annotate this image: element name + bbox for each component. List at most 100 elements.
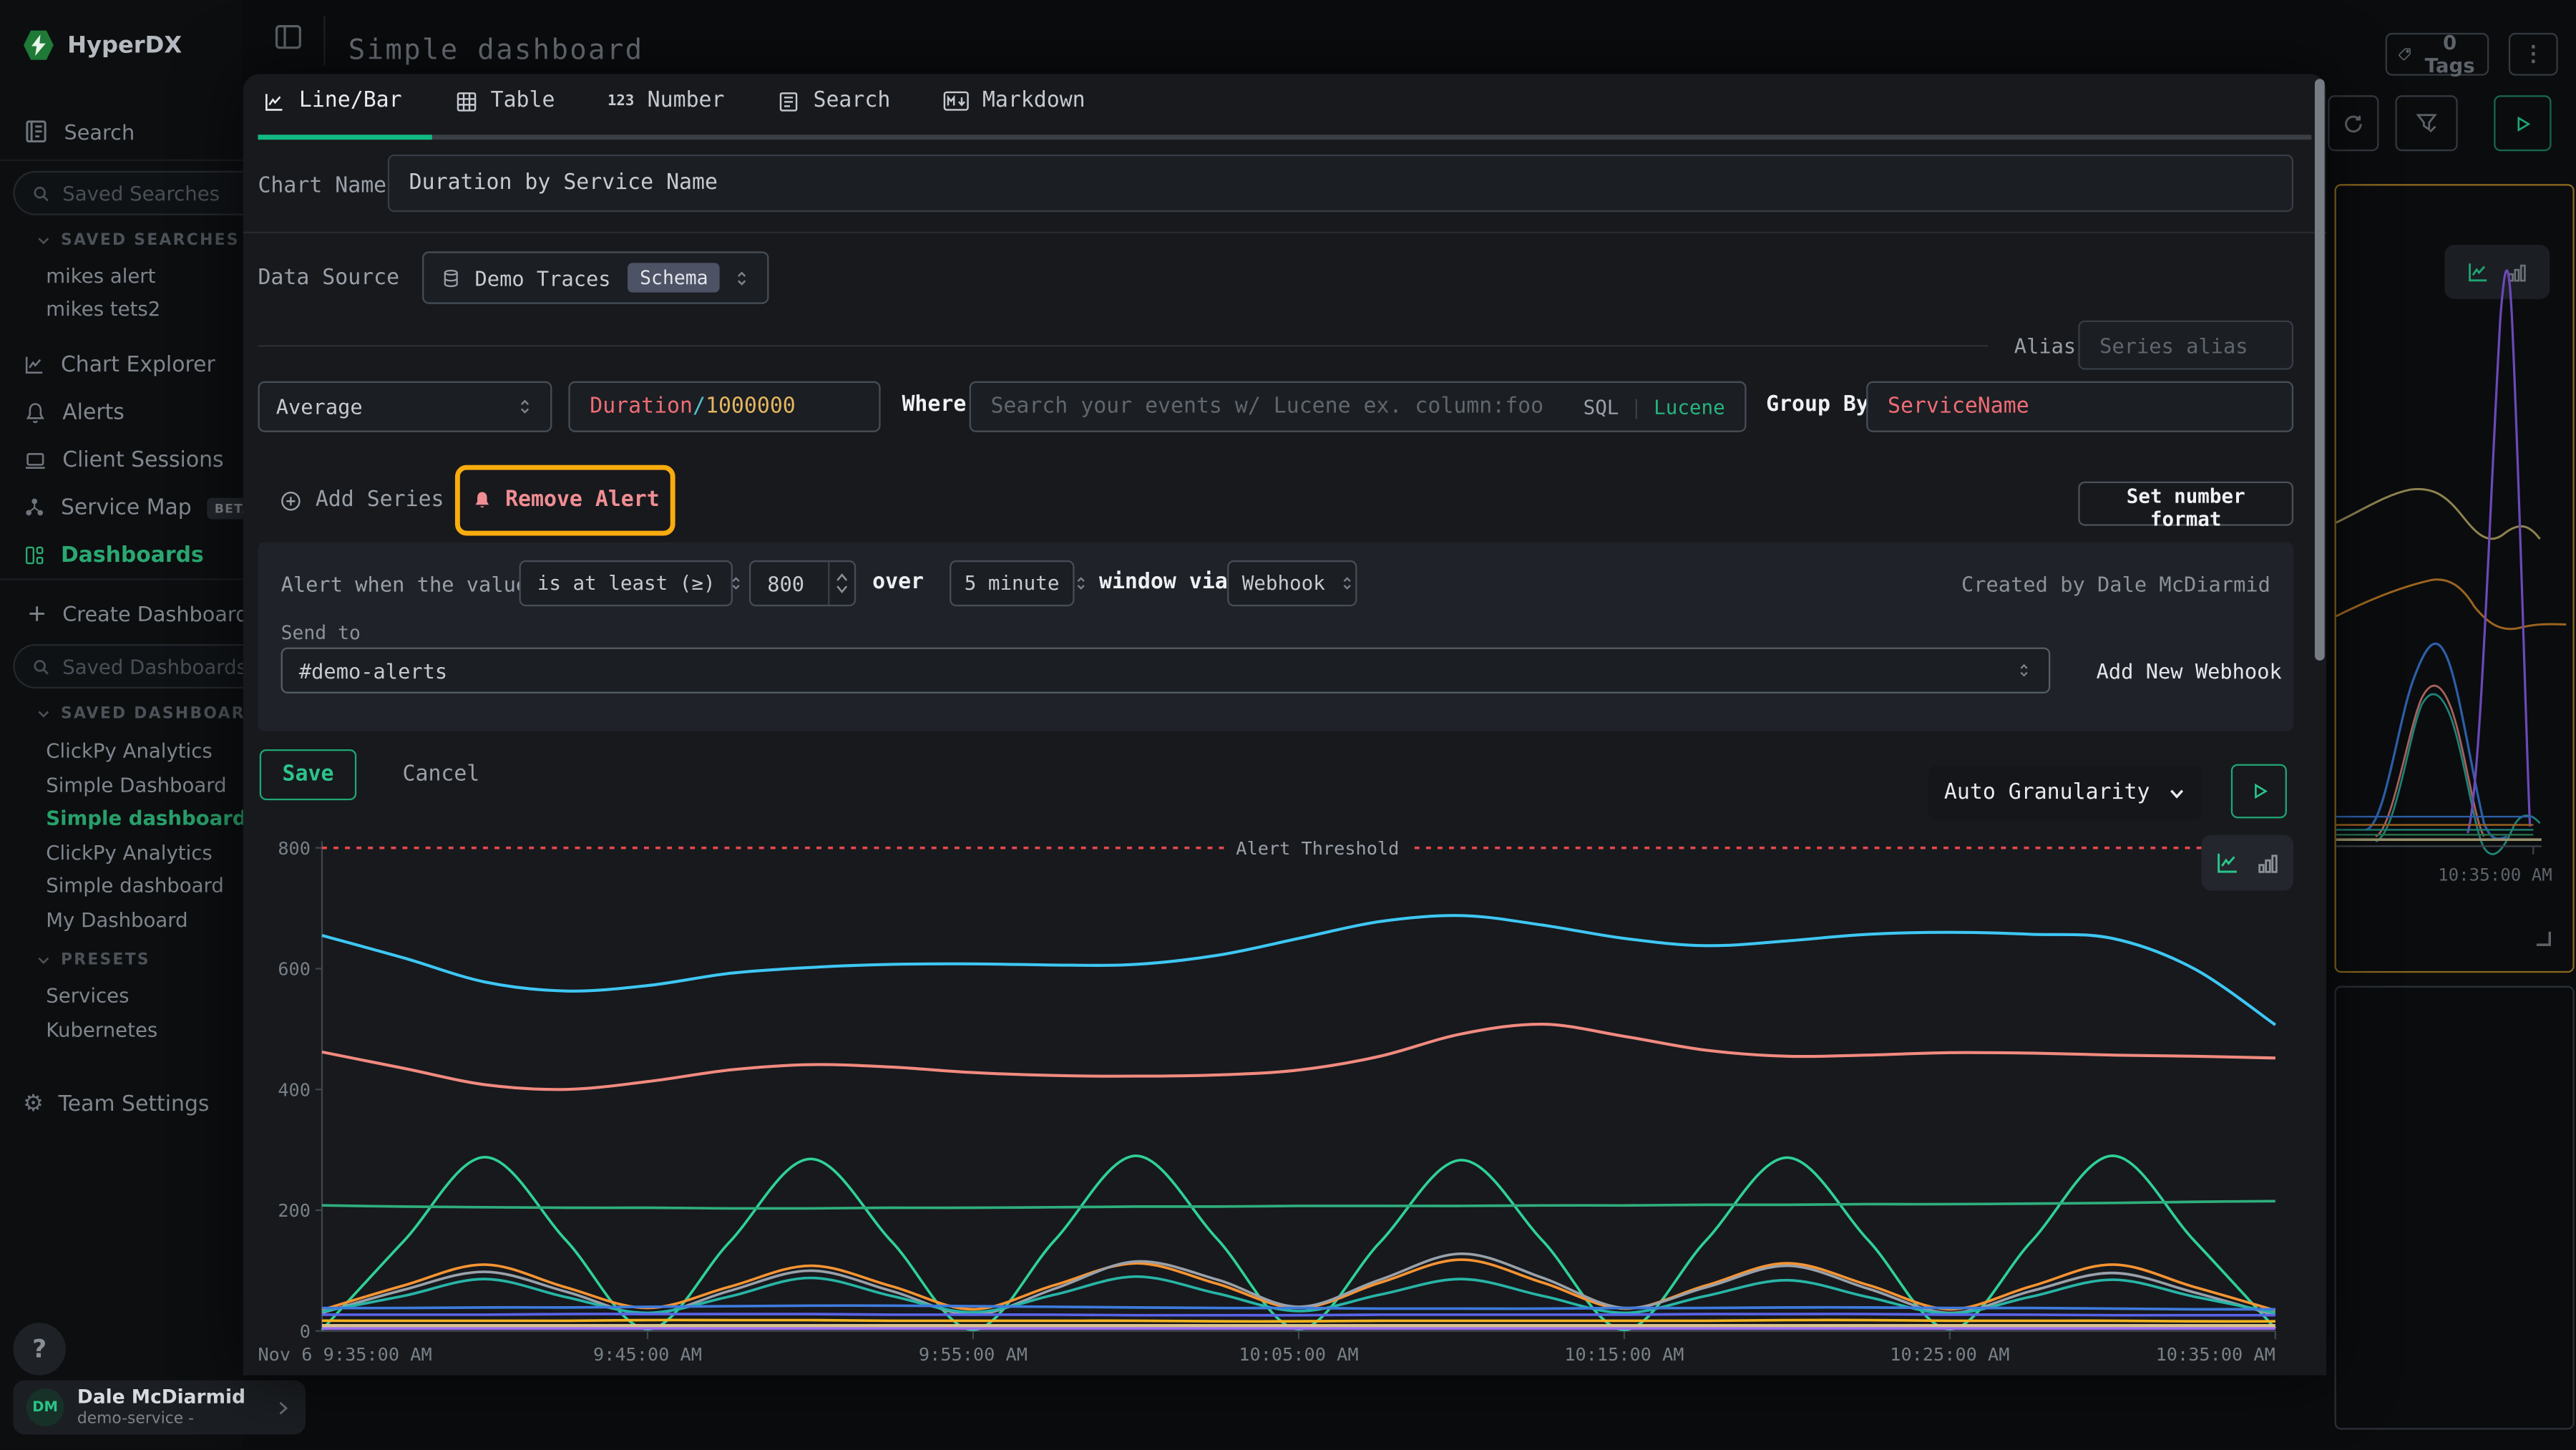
svg-text:10:25:00 AM: 10:25:00 AM	[1890, 1344, 2009, 1365]
alert-channel-select[interactable]: Webhook	[1227, 560, 1357, 606]
saved-dashboard-clickpy-analytics[interactable]: ClickPy Analytics	[46, 739, 212, 762]
sidebar-item-dashboards[interactable]: Dashboards	[23, 539, 204, 572]
saved-dashboard-clickpy-analytics[interactable]: ClickPy Analytics	[46, 840, 212, 863]
plus-icon	[26, 602, 48, 623]
alias-divider	[258, 345, 1988, 346]
chart-name-label: Chart Name	[258, 174, 386, 198]
cancel-button[interactable]: Cancel	[402, 762, 479, 787]
brand[interactable]: HyperDX	[23, 29, 182, 61]
bell-icon	[471, 490, 492, 511]
alert-prefix: Alert when the value	[281, 572, 529, 596]
svg-text:0: 0	[300, 1321, 311, 1342]
svg-text:10:15:00 AM: 10:15:00 AM	[1564, 1344, 1684, 1365]
saved-dashboard-simple-dashboard[interactable]: Simple dashboard	[46, 874, 224, 897]
dashboards-icon	[23, 544, 46, 567]
more-menu-button[interactable]: ⋮	[2509, 33, 2558, 76]
sidebar-item-chart-explorer[interactable]: Chart Explorer	[23, 349, 215, 381]
sidebar-item-client-sessions[interactable]: Client Sessions	[23, 444, 223, 477]
group-by-input[interactable]: ServiceName	[1866, 381, 2293, 432]
user-name: Dale McDiarmid	[77, 1386, 245, 1409]
tab-number[interactable]: 123Number	[608, 89, 725, 113]
series-alias-input[interactable]: Series alias	[2078, 321, 2293, 370]
saved-search-mikes-tets2[interactable]: mikes tets2	[46, 298, 160, 321]
tab-search[interactable]: Search	[777, 89, 890, 113]
filter-button[interactable]	[2395, 95, 2457, 151]
add-new-webhook-button[interactable]: Add New Webhook	[2097, 659, 2282, 683]
save-button[interactable]: Save	[260, 749, 356, 800]
saved-searches-input[interactable]: Saved Searches	[13, 171, 243, 215]
dashboard-tile-editing: 10:35:00 AM	[2334, 184, 2574, 973]
help-button[interactable]: ?	[13, 1323, 65, 1375]
saved-dashboards-input[interactable]: Saved Dashboards	[13, 644, 243, 688]
granularity-select[interactable]: Auto Granularity	[1928, 766, 2201, 820]
preview-chart: 0200400600800Nov 6 9:35:00 AM9:45:00 AM9…	[258, 822, 2293, 1372]
preset-kubernetes[interactable]: Kubernetes	[46, 1018, 157, 1041]
sql-mode-toggle[interactable]: SQL	[1584, 395, 1619, 418]
svg-text:9:55:00 AM: 9:55:00 AM	[919, 1344, 1028, 1365]
sidebar-item-alerts[interactable]: Alerts	[23, 396, 125, 429]
laptop-icon	[23, 448, 47, 472]
kebab-icon: ⋮	[2522, 41, 2544, 67]
sidebar-divider	[0, 160, 243, 161]
chart-name-input[interactable]: Duration by Service Name	[388, 155, 2293, 212]
add-series-button[interactable]: Add Series	[279, 488, 444, 512]
field-expression-input[interactable]: Duration/1000000	[568, 381, 880, 432]
aggregation-select[interactable]: Average	[258, 381, 552, 432]
user-card[interactable]: DM Dale McDiarmid demo-service -	[13, 1381, 306, 1435]
saved-dashboards-section[interactable]: SAVED DASHBOARDS	[36, 705, 243, 723]
search-doc-icon	[777, 89, 800, 112]
search-page-icon	[23, 118, 49, 145]
bg-mini-chart	[2336, 185, 2576, 974]
chart-type-tabs: Line/Bar Table 123Number Search Markdown	[263, 89, 1085, 113]
table-icon	[454, 89, 477, 112]
chevron-right-icon	[273, 1398, 293, 1418]
run-query-button[interactable]	[2494, 95, 2551, 151]
presets-section[interactable]: PRESETS	[36, 951, 150, 969]
data-source-select[interactable]: Demo Traces Schema	[422, 251, 769, 303]
svg-text:200: 200	[278, 1200, 311, 1221]
saved-dashboard-simple-dashboard[interactable]: Simple dashboard	[46, 807, 243, 829]
modal-scrollbar[interactable]	[2315, 79, 2325, 661]
alert-condition-select[interactable]: is at least (≥)	[519, 560, 733, 606]
refresh-button[interactable]	[2328, 95, 2379, 151]
create-dashboard-button[interactable]: Create Dashboard	[26, 596, 243, 629]
svg-text:10:05:00 AM: 10:05:00 AM	[1239, 1344, 1358, 1365]
saved-dashboard-my-dashboard[interactable]: My Dashboard	[46, 908, 187, 930]
chart-type-toggle[interactable]	[2202, 835, 2294, 890]
sidebar: HyperDX Search Saved Searches SAVED SEAR…	[0, 0, 243, 1449]
sidebar-item-search[interactable]: Search	[23, 115, 135, 148]
chevron-down-icon	[36, 706, 52, 721]
chevron-down-icon	[36, 953, 52, 968]
data-source-label: Data Source	[258, 266, 399, 291]
alert-window-select[interactable]: 5 minute	[950, 560, 1074, 606]
remove-alert-button[interactable]: Remove Alert	[471, 488, 660, 512]
lucene-mode-toggle[interactable]: Lucene	[1654, 395, 1725, 418]
chevron-updown-icon	[728, 575, 745, 592]
tab-table[interactable]: Table	[454, 89, 555, 113]
saved-searches-section[interactable]: SAVED SEARCHES	[36, 232, 240, 250]
send-to-select[interactable]: #demo-alerts	[281, 648, 2051, 694]
tags-button[interactable]: 0 Tags	[2386, 33, 2489, 76]
line-chart-icon	[263, 89, 286, 112]
tab-line-bar[interactable]: Line/Bar	[263, 89, 401, 113]
sidebar-item-team-settings[interactable]: ⚙ Team Settings	[23, 1088, 209, 1121]
collapse-sidebar-button[interactable]	[273, 21, 304, 53]
bg-mini-chart-time: 10:35:00 AM	[2438, 866, 2552, 886]
set-number-format-button[interactable]: Set number format	[2078, 482, 2293, 526]
remove-alert-highlight: Remove Alert	[455, 465, 675, 536]
tab-markdown[interactable]: Markdown	[943, 89, 1085, 113]
send-to-label: Send to	[281, 621, 361, 644]
series-sky-blue	[322, 915, 2275, 1025]
preset-services[interactable]: Services	[46, 984, 129, 1007]
svg-text:Nov 6 9:35:00 AM: Nov 6 9:35:00 AM	[258, 1344, 431, 1365]
where-search-input[interactable]: Search your events w/ Lucene ex. column:…	[970, 381, 1747, 432]
preview-run-button[interactable]	[2231, 764, 2287, 819]
search-icon	[31, 656, 52, 676]
plus-circle-icon	[279, 489, 302, 512]
stepper-down-icon	[834, 583, 849, 595]
number-stepper[interactable]	[828, 562, 854, 605]
alert-threshold-input[interactable]: 800	[749, 560, 856, 606]
saved-dashboard-simple-dashboard[interactable]: Simple Dashboard	[46, 773, 226, 796]
sidebar-item-service-map[interactable]: Service MapBETA	[23, 491, 243, 524]
saved-search-mikes-alert[interactable]: mikes alert	[46, 265, 155, 288]
